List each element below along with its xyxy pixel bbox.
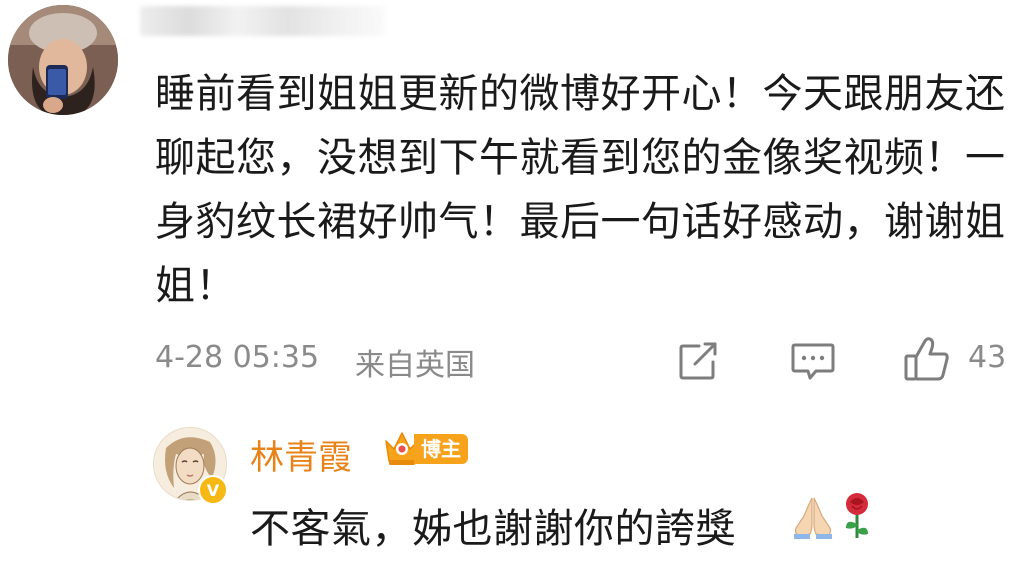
like-icon[interactable] [903,336,951,382]
commenter-avatar[interactable] [8,5,118,115]
comment-text: 睡前看到姐姐更新的微博好开心！今天跟朋友还聊起您，没想到下午就看到您的金像奖视频… [155,71,1006,309]
verified-badge-icon: V [198,475,228,505]
reply-author-name[interactable]: 林青霞 [250,430,352,479]
reply-text: 不客氣，姊也謝謝你的誇獎 [250,506,736,552]
like-count: 43 [968,340,1007,375]
share-icon[interactable] [677,342,721,382]
prayer-hands-icon [790,494,836,540]
comment-timestamp: 4-28 05:35 [155,340,320,375]
rose-icon [840,492,874,540]
comment-icon[interactable] [790,342,836,382]
blogger-badge: 博主 [414,434,468,464]
blurred-username[interactable] [140,6,385,36]
comment-source: 来自英国 [355,348,475,383]
